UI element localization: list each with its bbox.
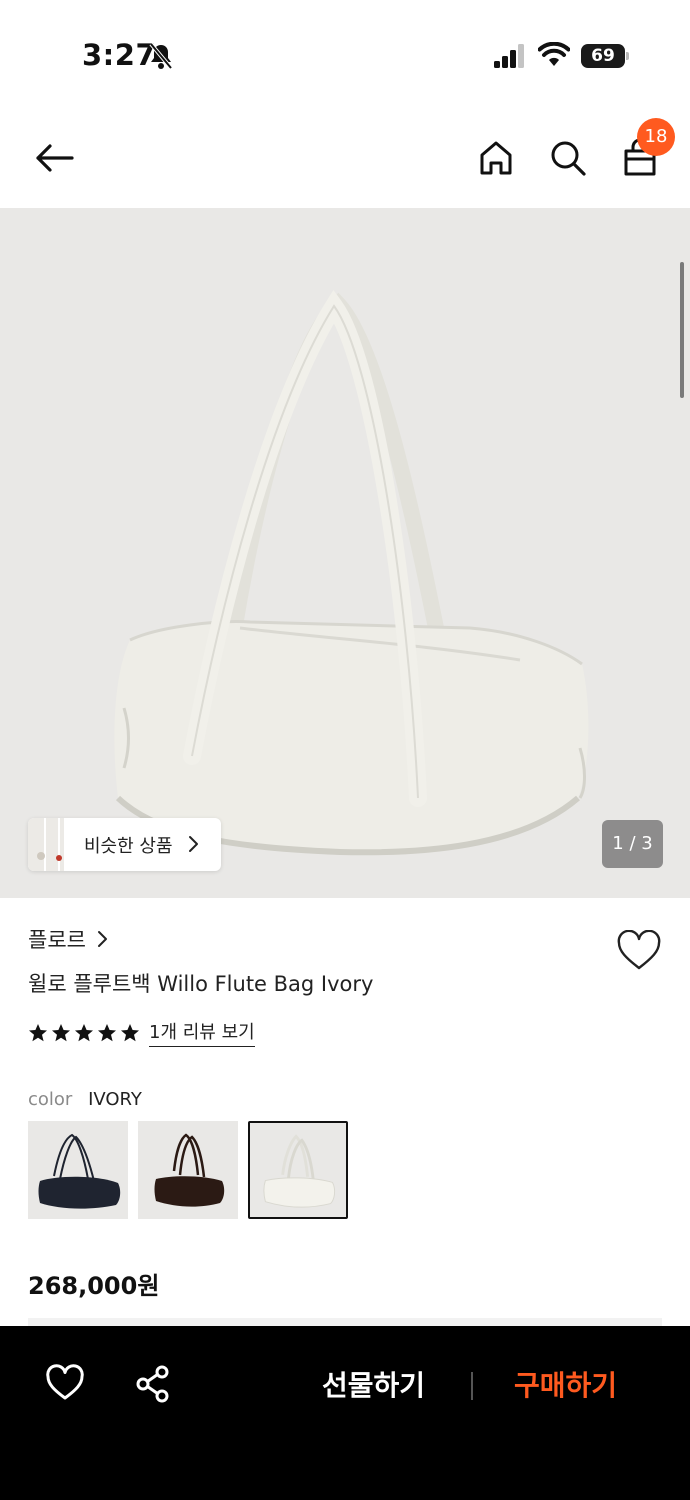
bottom-divider: [471, 1372, 473, 1400]
product-image: [114, 289, 589, 856]
bottom-action-bar: 선물하기 구매하기: [0, 1326, 690, 1500]
wifi-icon: [538, 42, 570, 66]
back-button[interactable]: [30, 134, 78, 182]
brand-name: 플로르: [28, 928, 86, 952]
star-icon: [29, 1023, 47, 1041]
arrow-left-icon: [36, 144, 74, 172]
color-row: color IVORY: [28, 1089, 142, 1110]
swatch-navy[interactable]: [28, 1121, 128, 1219]
bag-thumbnail: [38, 1133, 121, 1209]
rating-row: 1개 리뷰 보기: [28, 1018, 255, 1047]
product-price: 268,000원: [28, 1272, 160, 1300]
bell-off-icon: [149, 42, 173, 70]
share-icon[interactable]: [134, 1364, 174, 1404]
home-button[interactable]: [472, 134, 520, 182]
scroll-indicator: [680, 262, 684, 398]
product-title: 윌로 플루트백 Willo Flute Bag Ivory: [28, 972, 374, 996]
heart-icon[interactable]: [45, 1364, 85, 1404]
swatch-ivory[interactable]: [248, 1121, 348, 1219]
star-icon: [52, 1023, 70, 1041]
search-icon: [551, 141, 586, 176]
battery-icon: 69: [581, 44, 629, 68]
star-icon: [75, 1023, 93, 1041]
wishlist-heart-icon[interactable]: [616, 930, 662, 972]
star-icon: [121, 1023, 139, 1041]
similar-products-label: 비슷한 상품: [84, 836, 173, 857]
rating-stars: [28, 1023, 140, 1043]
status-bar: 3:27 69: [0, 0, 690, 110]
color-swatches: [28, 1121, 348, 1219]
bag-thumbnail: [154, 1133, 225, 1207]
star-icon: [98, 1023, 116, 1041]
home-icon: [480, 141, 512, 175]
gift-button[interactable]: 선물하기: [322, 1364, 425, 1404]
brand-link[interactable]: 플로르: [28, 924, 108, 954]
cart-count-badge: 18: [637, 118, 675, 156]
top-nav: [0, 110, 690, 208]
review-link[interactable]: 1개 리뷰 보기: [149, 1018, 255, 1047]
color-label: color: [28, 1089, 73, 1110]
search-button[interactable]: [544, 134, 592, 182]
similar-thumbnails: [28, 818, 64, 871]
buy-button[interactable]: 구매하기: [514, 1364, 617, 1404]
battery-level: 69: [581, 44, 625, 68]
chevron-right-icon: [189, 836, 198, 852]
signal-icon: [494, 44, 524, 68]
product-image-carousel[interactable]: 비슷한 상품 1 / 3: [0, 208, 690, 898]
status-time: 3:27: [82, 38, 157, 72]
chevron-right-icon: [97, 931, 107, 947]
image-page-counter: 1 / 3: [602, 820, 663, 868]
bag-thumbnail: [263, 1134, 336, 1208]
swatch-brown[interactable]: [138, 1121, 238, 1219]
section-divider: [28, 1318, 662, 1326]
color-value: IVORY: [88, 1089, 142, 1110]
similar-products-button[interactable]: 비슷한 상품: [28, 818, 221, 871]
